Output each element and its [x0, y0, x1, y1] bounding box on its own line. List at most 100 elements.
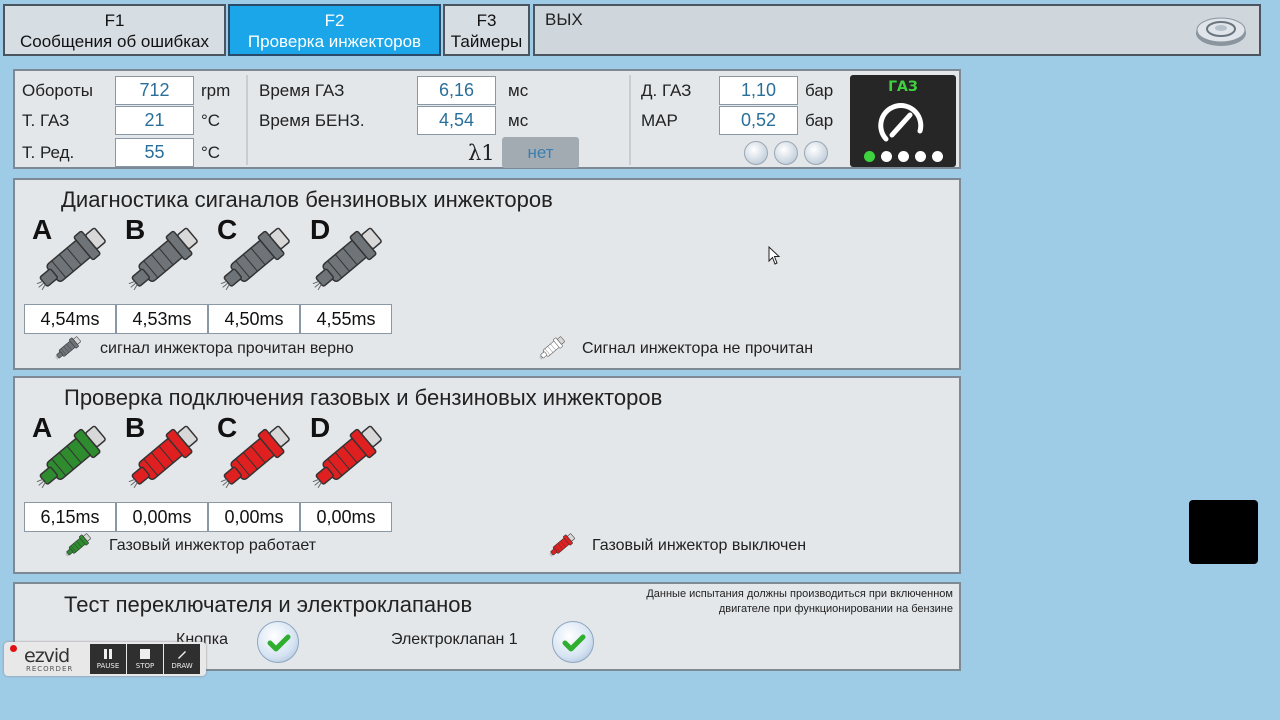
gas-injector-time: 6,15ms — [24, 502, 116, 532]
black-square-button[interactable] — [1189, 500, 1258, 564]
reducer-temp-unit: °C — [201, 143, 221, 162]
round-button[interactable] — [774, 141, 798, 165]
gas-time-label: Время ГАЗ — [259, 81, 345, 100]
petrol-injector-icon — [36, 227, 106, 291]
gas-injector-icon — [36, 425, 106, 489]
tab-key: F2 — [324, 11, 345, 30]
gas-level-dot-active — [864, 151, 875, 162]
petrol-legend-fail: Сигнал инжектора не прочитан — [582, 340, 814, 357]
stop-label: STOP — [135, 662, 155, 670]
tab-error-messages[interactable]: F1 Сообщения об ошибках — [3, 4, 226, 56]
test-note-line: Данные испытания должны производиться пр… — [646, 588, 953, 600]
tab-label: Таймеры — [450, 32, 523, 51]
separator — [246, 75, 248, 165]
injector-fail-legend-icon — [539, 336, 565, 360]
map-value: 0,52 — [719, 106, 798, 135]
tab-timers[interactable]: F3 Таймеры — [443, 4, 530, 56]
gas-injector-time: 0,00ms — [116, 502, 208, 532]
petrol-injectors-panel: Диагностика сиганалов бензиновых инжекто… — [13, 178, 961, 370]
petrol-injector-icon — [220, 227, 290, 291]
gas-level-dot — [898, 151, 909, 162]
gas-level-dot — [915, 151, 926, 162]
tab-label: Сообщения об ошибках — [20, 32, 209, 51]
exit-area[interactable]: ВЫХ — [533, 4, 1261, 56]
gas-legend-fail: Газовый инжектор выключен — [592, 537, 807, 554]
valve-test-check[interactable] — [552, 621, 594, 663]
button-test-check[interactable] — [257, 621, 299, 663]
gas-level-dot — [932, 151, 943, 162]
petrol-injector-time: 4,50ms — [208, 304, 300, 334]
map-unit: бар — [805, 111, 834, 130]
gas-injector-time: 0,00ms — [208, 502, 300, 532]
petrol-injector-time: 4,53ms — [116, 304, 208, 334]
power-disc-icon[interactable] — [1195, 14, 1247, 48]
gas-injector-icon — [128, 425, 198, 489]
map-label: MAP — [641, 111, 678, 130]
checkmark-icon — [267, 634, 291, 652]
gas-pressure-label: Д. ГАЗ — [641, 81, 692, 100]
checkmark-icon — [562, 634, 586, 652]
gas-mode-indicator[interactable]: ГАЗ — [850, 75, 956, 167]
draw-label: DRAW — [171, 662, 193, 670]
gas-pressure-value: 1,10 — [719, 76, 798, 105]
pencil-icon — [178, 651, 186, 659]
ezvid-sub: RECORDER — [26, 665, 74, 673]
mouse-cursor-icon — [768, 246, 781, 265]
stop-button[interactable]: STOP — [127, 644, 163, 674]
gas-injectors-panel: Проверка подключения газовых и бензиновы… — [13, 376, 961, 574]
gas-injector-ok-legend-icon — [65, 533, 91, 557]
recording-dot-icon — [10, 645, 17, 652]
gas-injector-icon — [312, 425, 382, 489]
tab-key: F1 — [104, 11, 125, 30]
gas-section-title: Проверка подключения газовых и бензиновы… — [64, 385, 663, 410]
injector-ok-legend-icon — [55, 336, 81, 360]
gas-temp-value: 21 — [115, 106, 194, 135]
gas-time-unit: мс — [508, 81, 529, 100]
round-button[interactable] — [804, 141, 828, 165]
gas-injector-fail-legend-icon — [549, 533, 575, 557]
lambda-status: нет — [502, 137, 579, 168]
petrol-time-label: Время БЕНЗ. — [259, 111, 365, 130]
petrol-injector-time: 4,54ms — [24, 304, 116, 334]
lambda-label: λ1 — [468, 141, 495, 165]
parameters-panel: Обороты 712 rpm Т. ГАЗ 21 °C Т. Ред. 55 … — [13, 69, 961, 169]
rpm-unit: rpm — [201, 81, 231, 100]
pause-label: PAUSE — [96, 662, 120, 670]
gas-time-value: 6,16 — [417, 76, 496, 105]
gas-level-dot — [881, 151, 892, 162]
draw-button[interactable]: DRAW — [164, 644, 200, 674]
top-tab-bar: F1 Сообщения об ошибках F2 Проверка инже… — [0, 0, 1265, 60]
gas-pressure-unit: бар — [805, 81, 834, 100]
petrol-time-value: 4,54 — [417, 106, 496, 135]
tab-label: Проверка инжекторов — [247, 32, 422, 51]
gas-legend-ok: Газовый инжектор работает — [109, 537, 317, 554]
exit-label: ВЫХ — [545, 10, 583, 29]
ezvid-logo: ezvid — [24, 645, 70, 667]
valve-test-label: Электроклапан 1 — [391, 631, 518, 648]
rpm-value: 712 — [115, 76, 194, 105]
test-note-line: двигателе при функционировании на бензин… — [718, 603, 953, 615]
gas-temp-label: Т. ГАЗ — [22, 111, 70, 130]
gas-injector-time: 0,00ms — [300, 502, 392, 532]
gas-gauge-icon — [878, 103, 924, 142]
test-note: Данные испытания должны производиться пр… — [646, 587, 953, 617]
petrol-injector-time: 4,55ms — [300, 304, 392, 334]
round-button[interactable] — [744, 141, 768, 165]
gas-temp-unit: °C — [201, 111, 221, 130]
pause-icon — [104, 649, 112, 659]
tab-key: F3 — [476, 11, 497, 30]
reducer-temp-label: Т. Ред. — [22, 143, 75, 162]
rpm-label: Обороты — [22, 81, 93, 100]
gas-injector-icon — [220, 425, 290, 489]
switch-section-title: Тест переключателя и электроклапанов — [64, 592, 473, 617]
pause-button[interactable]: PAUSE — [90, 644, 126, 674]
petrol-injector-icon — [128, 227, 198, 291]
petrol-time-unit: мс — [508, 111, 529, 130]
gas-mode-title: ГАЗ — [888, 79, 918, 95]
separator — [629, 75, 631, 165]
petrol-legend-ok: сигнал инжектора прочитан верно — [100, 340, 354, 357]
tab-injector-check[interactable]: F2 Проверка инжекторов — [228, 4, 441, 56]
reducer-temp-value: 55 — [115, 138, 194, 167]
ezvid-recorder-widget: ezvid RECORDER PAUSE STOP DRAW — [4, 642, 206, 676]
stop-icon — [140, 649, 150, 659]
